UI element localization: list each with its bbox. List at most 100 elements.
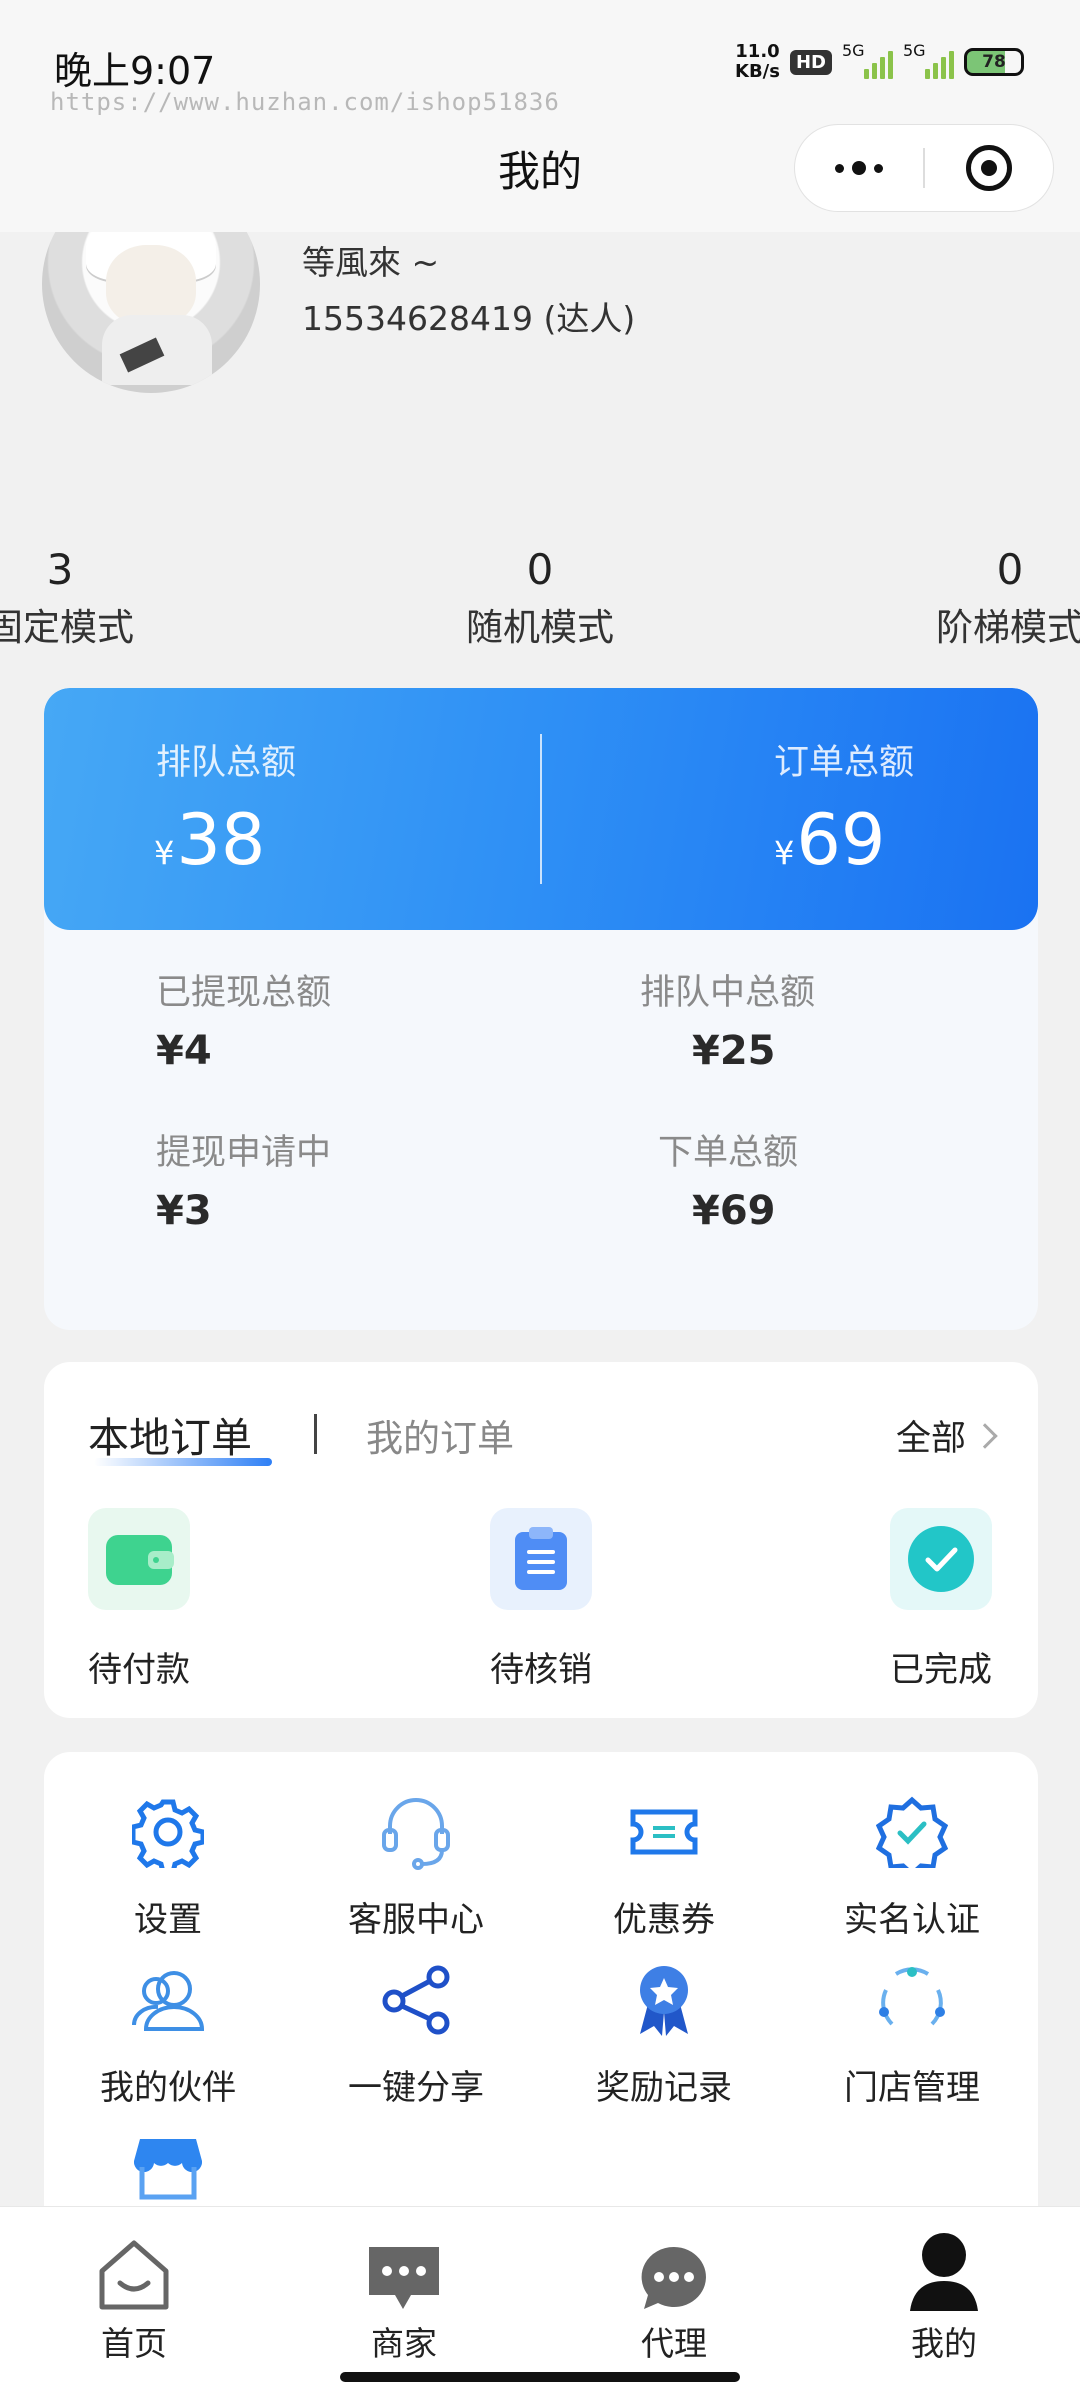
user-nickname: 等風來 ~ [302, 243, 440, 282]
queue-total-value: 38 [176, 799, 266, 881]
queuing-label: 排队中总额 [640, 973, 816, 1013]
order-total-label: 订单总额 [774, 743, 915, 783]
tool-label: 优惠券 [613, 1900, 715, 1940]
order-total-amount: ¥69 [774, 800, 885, 893]
mode-count: 0 [526, 545, 554, 594]
signal-icon: 5G [842, 41, 893, 79]
verified-badge-icon [802, 1792, 1022, 1872]
ticket-icon [554, 1792, 774, 1872]
signal-icon-2: 5G [903, 41, 954, 79]
speed-unit: KB/s [735, 61, 780, 82]
chevron-right-icon [972, 1422, 998, 1449]
tab-separator [314, 1414, 317, 1454]
mode-label: 固定模式 [0, 606, 134, 649]
tool-rewards[interactable]: 奖励记录 [554, 1960, 774, 2109]
orders-card: 本地订单 我的订单 全部 待付款 待核销 已完成 [44, 1362, 1038, 1718]
totals-banner: 排队总额 ¥38 订单总额 ¥69 [44, 688, 1038, 930]
totals-card: 排队总额 ¥38 订单总额 ¥69 已提现总额 ¥4 排队中总额 ¥25 提现申… [44, 688, 1038, 1330]
tool-store-management[interactable]: 门店管理 [802, 1960, 1022, 2109]
tab-label: 代理 [641, 2324, 707, 2363]
tool-partners[interactable]: 我的伙伴 [58, 1960, 278, 2109]
partners-icon [58, 1960, 278, 2040]
placed-value: ¥69 [692, 1188, 776, 1234]
tab-label: 商家 [371, 2324, 437, 2363]
mode-fixed[interactable]: 3 固定模式 [0, 540, 240, 656]
order-completed[interactable]: 已完成 [886, 1508, 996, 1690]
store-manage-icon [802, 1960, 1022, 2040]
more-menu-button[interactable] [795, 161, 923, 175]
tab-mine[interactable]: 我的 [844, 2217, 1044, 2365]
order-status-label: 待核销 [490, 1650, 592, 1690]
check-circle-icon [890, 1508, 992, 1610]
headset-icon [306, 1792, 526, 1872]
mode-ladder[interactable]: 0 阶梯模式 [830, 540, 1080, 656]
mode-label: 阶梯模式 [936, 606, 1080, 649]
share-icon [306, 1960, 526, 2040]
tab-my-orders[interactable]: 我的订单 [366, 1408, 514, 1462]
withdraw-pending-value: ¥3 [156, 1188, 212, 1234]
withdrawn-label: 已提现总额 [156, 973, 332, 1013]
home-indicator [340, 2372, 740, 2382]
hd-badge: HD [789, 49, 832, 75]
watermark-text: https://www.huzhan.com/ishop51836 [50, 88, 560, 116]
status-time: 晚上9:07 [54, 49, 216, 93]
order-pending-payment[interactable]: 待付款 [84, 1508, 194, 1690]
status-indicators: 11.0 KB/s HD 5G 5G 78 [735, 41, 1024, 82]
currency-symbol: ¥ [154, 834, 175, 872]
order-total-value: 69 [796, 799, 886, 881]
active-tab-underline [94, 1458, 272, 1466]
close-miniprogram-button[interactable] [925, 145, 1053, 191]
tool-label: 我的伙伴 [100, 2068, 236, 2108]
order-pending-verify[interactable]: 待核销 [486, 1508, 596, 1690]
queue-total-amount: ¥38 [154, 800, 265, 893]
tab-merchant[interactable]: 商家 [304, 2217, 504, 2365]
currency-symbol: ¥ [774, 834, 795, 872]
miniprogram-capsule [794, 124, 1054, 212]
tab-label: 我的 [911, 2324, 977, 2363]
profile-page: 晚上9:07 https://www.huzhan.com/ishop51836… [0, 0, 1080, 2400]
mode-count: 0 [996, 545, 1024, 594]
speed-value: 11.0 [735, 41, 780, 62]
home-icon [34, 2217, 234, 2313]
signal-label: 5G [842, 41, 865, 60]
battery-icon: 78 [964, 48, 1024, 76]
all-orders-link[interactable]: 全部 [895, 1410, 998, 1461]
tool-settings[interactable]: 设置 [58, 1792, 278, 1941]
bottom-tab-bar: 首页 商家 代理 我的 [0, 2206, 1080, 2400]
tab-agent[interactable]: 代理 [574, 2217, 774, 2365]
mode-label: 随机模式 [466, 606, 614, 649]
signal-label-2: 5G [903, 41, 926, 60]
user-phone: 15534628419 (达人) [302, 299, 636, 338]
tab-label: 首页 [101, 2324, 167, 2363]
tool-coupons[interactable]: 优惠券 [554, 1792, 774, 1941]
tool-customer-service[interactable]: 客服中心 [306, 1792, 526, 1941]
tools-grid: 设置 客服中心 优惠券 实名认证 我的伙伴 一键分享 奖励记录 门店管理 [44, 1752, 1038, 2272]
mode-count: 3 [46, 545, 74, 594]
tool-label: 门店管理 [844, 2068, 980, 2108]
network-speed: 11.0 KB/s [735, 42, 780, 82]
queuing-value: ¥25 [692, 1028, 776, 1074]
tool-label: 一键分享 [348, 2068, 484, 2108]
all-orders-label: 全部 [895, 1419, 966, 1459]
tab-home[interactable]: 首页 [34, 2217, 234, 2365]
withdrawn-value: ¥4 [156, 1028, 212, 1074]
clipboard-icon [490, 1508, 592, 1610]
tool-real-name-auth[interactable]: 实名认证 [802, 1792, 1022, 1941]
tool-label: 实名认证 [844, 1900, 980, 1940]
banner-divider [540, 734, 542, 884]
tool-share[interactable]: 一键分享 [306, 1960, 526, 2109]
wallet-icon [88, 1508, 190, 1610]
placed-label: 下单总额 [658, 1133, 799, 1173]
tab-local-orders[interactable]: 本地订单 [88, 1404, 252, 1464]
target-icon [965, 145, 1012, 191]
gear-icon [58, 1792, 278, 1872]
order-status-label: 已完成 [890, 1650, 992, 1690]
tool-label: 客服中心 [348, 1900, 484, 1940]
queue-total-label: 排队总额 [156, 743, 297, 783]
mode-random[interactable]: 0 随机模式 [360, 540, 720, 656]
person-icon [844, 2217, 1044, 2313]
award-icon [554, 1960, 774, 2040]
top-bar: 晚上9:07 https://www.huzhan.com/ishop51836… [0, 0, 1080, 232]
tool-label: 奖励记录 [596, 2068, 732, 2108]
tool-label: 设置 [134, 1900, 202, 1940]
